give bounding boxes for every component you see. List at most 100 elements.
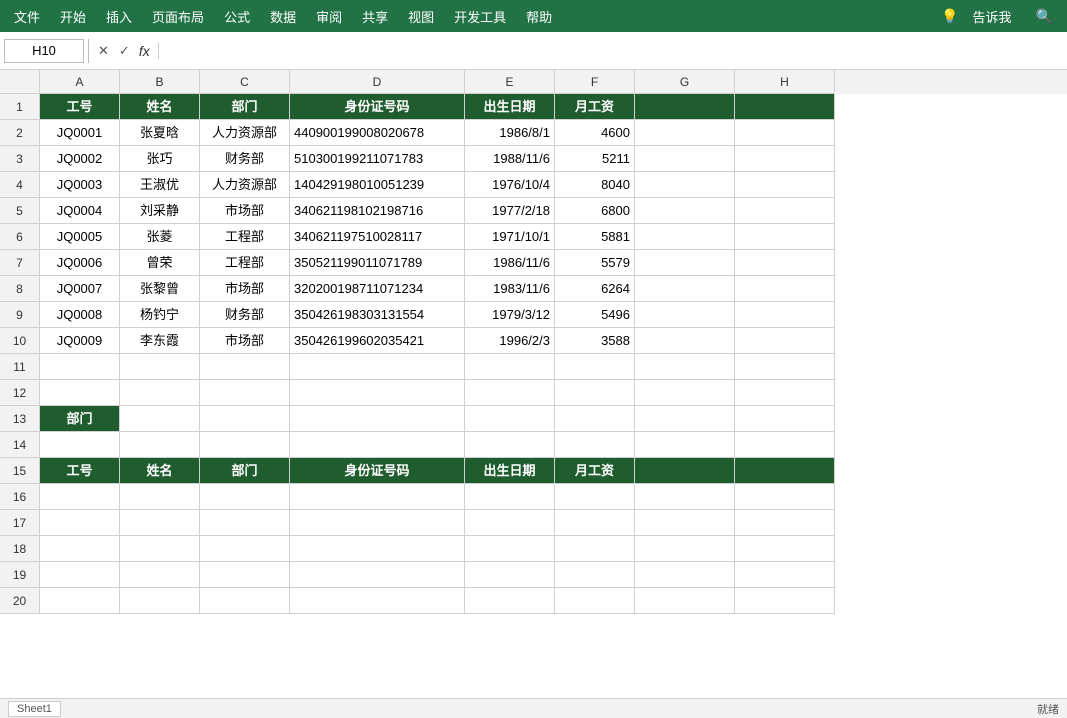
cell-2-A[interactable]: JQ0001 (40, 120, 120, 146)
cell-7-H[interactable] (735, 250, 835, 276)
cell-15-C[interactable]: 部门 (200, 458, 290, 484)
col-header-C[interactable]: C (200, 70, 290, 94)
cell-11-G[interactable] (635, 354, 735, 380)
tell-me-label[interactable]: 告诉我 (963, 3, 1022, 30)
cell-7-G[interactable] (635, 250, 735, 276)
cell-9-G[interactable] (635, 302, 735, 328)
cell-17-G[interactable] (635, 510, 735, 536)
cell-14-C[interactable] (200, 432, 290, 458)
cell-10-G[interactable] (635, 328, 735, 354)
cell-8-H[interactable] (735, 276, 835, 302)
cell-7-B[interactable]: 曾荣 (120, 250, 200, 276)
cell-3-E[interactable]: 1988/11/6 (465, 146, 555, 172)
cell-15-F[interactable]: 月工资 (555, 458, 635, 484)
cell-17-H[interactable] (735, 510, 835, 536)
cell-3-F[interactable]: 5211 (555, 146, 635, 172)
cell-19-H[interactable] (735, 562, 835, 588)
cell-17-E[interactable] (465, 510, 555, 536)
cell-17-F[interactable] (555, 510, 635, 536)
cell-1-H[interactable] (735, 94, 835, 120)
cell-17-D[interactable] (290, 510, 465, 536)
cell-5-H[interactable] (735, 198, 835, 224)
cell-16-E[interactable] (465, 484, 555, 510)
cell-3-G[interactable] (635, 146, 735, 172)
cell-11-F[interactable] (555, 354, 635, 380)
cell-6-A[interactable]: JQ0005 (40, 224, 120, 250)
cell-11-B[interactable] (120, 354, 200, 380)
cell-8-B[interactable]: 张黎曾 (120, 276, 200, 302)
cell-11-E[interactable] (465, 354, 555, 380)
cell-16-H[interactable] (735, 484, 835, 510)
cell-9-E[interactable]: 1979/3/12 (465, 302, 555, 328)
cell-11-C[interactable] (200, 354, 290, 380)
menu-item-3[interactable]: 页面布局 (142, 3, 214, 30)
cell-20-G[interactable] (635, 588, 735, 614)
cell-20-D[interactable] (290, 588, 465, 614)
cell-20-E[interactable] (465, 588, 555, 614)
cell-19-B[interactable] (120, 562, 200, 588)
cell-15-A[interactable]: 工号 (40, 458, 120, 484)
cell-1-D[interactable]: 身份证号码 (290, 94, 465, 120)
cell-6-D[interactable]: 340621197510028117 (290, 224, 465, 250)
cell-reference-input[interactable] (4, 39, 84, 63)
cell-6-F[interactable]: 5881 (555, 224, 635, 250)
cell-19-G[interactable] (635, 562, 735, 588)
cell-18-G[interactable] (635, 536, 735, 562)
cell-1-G[interactable] (635, 94, 735, 120)
cell-18-D[interactable] (290, 536, 465, 562)
menu-item-5[interactable]: 数据 (260, 3, 306, 30)
cell-5-B[interactable]: 刘采静 (120, 198, 200, 224)
cell-1-C[interactable]: 部门 (200, 94, 290, 120)
cell-9-H[interactable] (735, 302, 835, 328)
menu-item-2[interactable]: 插入 (96, 3, 142, 30)
cell-16-A[interactable] (40, 484, 120, 510)
cell-19-E[interactable] (465, 562, 555, 588)
cell-6-H[interactable] (735, 224, 835, 250)
cell-4-H[interactable] (735, 172, 835, 198)
cell-8-C[interactable]: 市场部 (200, 276, 290, 302)
cell-8-G[interactable] (635, 276, 735, 302)
cell-6-B[interactable]: 张菱 (120, 224, 200, 250)
col-header-D[interactable]: D (290, 70, 465, 94)
formula-input[interactable] (159, 43, 1063, 58)
cell-11-H[interactable] (735, 354, 835, 380)
cell-15-H[interactable] (735, 458, 835, 484)
cell-13-G[interactable] (635, 406, 735, 432)
cell-10-H[interactable] (735, 328, 835, 354)
cell-13-E[interactable] (465, 406, 555, 432)
cell-16-G[interactable] (635, 484, 735, 510)
cell-17-B[interactable] (120, 510, 200, 536)
cell-18-C[interactable] (200, 536, 290, 562)
cell-19-F[interactable] (555, 562, 635, 588)
cell-2-H[interactable] (735, 120, 835, 146)
cell-8-D[interactable]: 320200198711071234 (290, 276, 465, 302)
cell-19-A[interactable] (40, 562, 120, 588)
cell-5-E[interactable]: 1977/2/18 (465, 198, 555, 224)
menu-item-8[interactable]: 视图 (398, 3, 444, 30)
cell-10-F[interactable]: 3588 (555, 328, 635, 354)
cell-8-F[interactable]: 6264 (555, 276, 635, 302)
cell-6-E[interactable]: 1971/10/1 (465, 224, 555, 250)
col-header-A[interactable]: A (40, 70, 120, 94)
cell-13-D[interactable] (290, 406, 465, 432)
cell-7-D[interactable]: 350521199011071789 (290, 250, 465, 276)
cell-9-C[interactable]: 财务部 (200, 302, 290, 328)
cell-4-E[interactable]: 1976/10/4 (465, 172, 555, 198)
cell-10-B[interactable]: 李东霞 (120, 328, 200, 354)
cell-8-E[interactable]: 1983/11/6 (465, 276, 555, 302)
cell-11-D[interactable] (290, 354, 465, 380)
cell-13-C[interactable] (200, 406, 290, 432)
cell-10-C[interactable]: 市场部 (200, 328, 290, 354)
cell-7-F[interactable]: 5579 (555, 250, 635, 276)
cell-6-G[interactable] (635, 224, 735, 250)
cell-16-C[interactable] (200, 484, 290, 510)
cell-2-E[interactable]: 1986/8/1 (465, 120, 555, 146)
search-icon[interactable]: 🔍 (1026, 4, 1063, 29)
cell-1-B[interactable]: 姓名 (120, 94, 200, 120)
cell-15-D[interactable]: 身份证号码 (290, 458, 465, 484)
cell-17-A[interactable] (40, 510, 120, 536)
cell-16-F[interactable] (555, 484, 635, 510)
cell-4-B[interactable]: 王淑优 (120, 172, 200, 198)
cell-12-A[interactable] (40, 380, 120, 406)
cell-14-H[interactable] (735, 432, 835, 458)
